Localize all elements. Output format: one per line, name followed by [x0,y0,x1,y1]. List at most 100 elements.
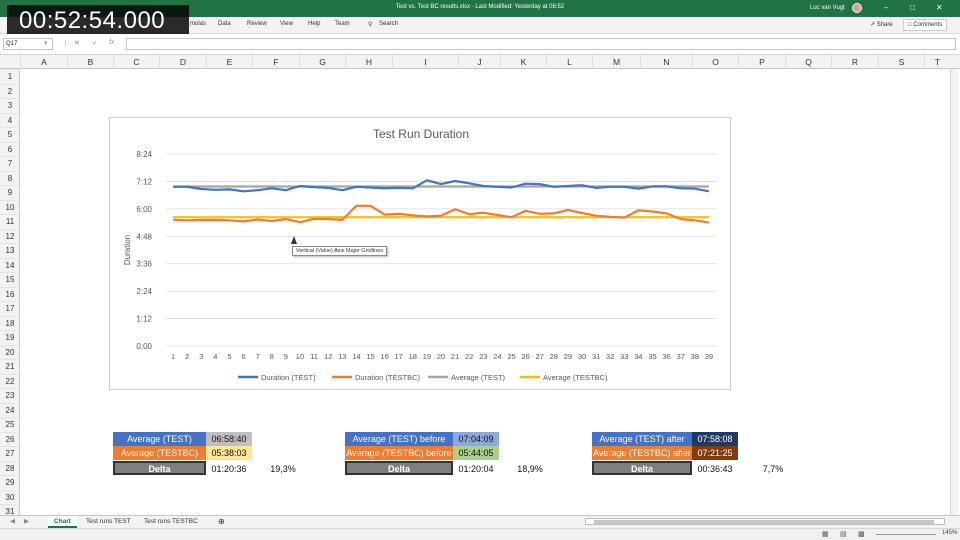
row-header[interactable]: 5 [0,127,20,142]
avg-test-label[interactable]: Average (TEST) [113,432,206,446]
x-tick-label[interactable]: 11 [310,352,318,361]
x-tick-label[interactable]: 27 [536,352,544,361]
avg-testbc-before-value[interactable]: 05:44:05 [453,446,499,460]
column-header[interactable]: L [546,55,592,69]
column-header[interactable]: P [738,55,785,69]
column-header[interactable]: I [392,55,458,69]
column-header[interactable]: G [299,55,345,69]
x-tick-label[interactable]: 26 [521,352,529,361]
avg-testbc-after-label[interactable]: Average (TESTBC) after [592,446,692,460]
row-header[interactable]: 1 [0,69,20,84]
normal-view-icon[interactable]: ▦ [822,530,829,538]
avg-test-before-label[interactable]: Average (TEST) before [345,432,453,446]
chart-title[interactable]: Test Run Duration [373,127,469,141]
x-tick-label[interactable]: 30 [578,352,586,361]
x-tick-label[interactable]: 28 [550,352,558,361]
y-tick-label[interactable]: 1:12 [136,315,152,324]
row-header[interactable]: 2 [0,83,20,99]
x-tick-label[interactable]: 4 [213,352,217,361]
x-tick-label[interactable]: 19 [423,352,431,361]
x-tick-label[interactable]: 20 [437,352,445,361]
row-header[interactable]: 14 [0,257,20,273]
chart-svg[interactable]: Test Run Duration 0:00 1:12 2:24 3:36 4:48 6:0… [110,118,732,391]
scroll-thumb[interactable] [594,520,934,524]
row-header[interactable]: 22 [0,373,20,389]
x-tick-label[interactable]: 23 [479,352,487,361]
row-header[interactable]: 19 [0,330,20,345]
y-tick-label[interactable]: 3:36 [136,260,152,269]
row-header[interactable]: 18 [0,315,20,331]
minimize-icon[interactable]: – [884,3,888,12]
x-tick-label[interactable]: 12 [324,352,332,361]
column-header[interactable]: S [878,55,924,69]
y-tick-label[interactable]: 4:48 [136,232,152,241]
x-tick-label[interactable]: 13 [338,352,346,361]
row-header[interactable]: 25 [0,417,20,432]
delta-value[interactable]: 01:20:04 [453,462,499,476]
x-tick-label[interactable]: 15 [366,352,374,361]
x-tick-label[interactable]: 9 [284,352,288,361]
avg-test-before-value[interactable]: 07:04:09 [453,432,499,446]
tab-view[interactable]: View [280,21,293,27]
column-header[interactable]: Q [785,55,831,69]
row-header[interactable]: 10 [0,199,20,215]
x-tick-label[interactable]: 38 [691,352,699,361]
delta-label[interactable]: Delta [345,461,453,475]
sheet-tab-test-runs-test[interactable]: Test runs TEST [80,516,137,528]
avatar[interactable] [852,3,862,13]
x-tick-label[interactable]: 35 [648,352,656,361]
column-header[interactable]: F [252,55,299,69]
column-header[interactable]: O [692,55,738,69]
cancel-icon[interactable]: ✕ [74,39,80,47]
user-name[interactable]: Luc van Vugt [810,5,845,11]
maximize-icon[interactable]: □ [910,3,915,12]
column-header[interactable]: E [206,55,252,69]
avg-testbc-label[interactable]: Average (TESTBC) [113,446,206,460]
comments-button[interactable]: □ Comments [903,19,948,31]
avg-test-value[interactable]: 06:58:40 [206,432,252,446]
x-tick-label[interactable]: 25 [507,352,515,361]
row-header[interactable]: 12 [0,228,20,244]
zoom-slider[interactable] [876,534,936,535]
row-header[interactable]: 17 [0,301,20,316]
column-header[interactable]: C [113,55,159,69]
add-sheet-icon[interactable]: ⊕ [212,516,231,528]
delta-label[interactable]: Delta [113,461,206,475]
search-box[interactable]: Search [379,21,398,27]
avg-testbc-value[interactable]: 05:38:03 [206,446,252,460]
tab-formulas[interactable]: mulas [190,21,206,27]
row-header[interactable]: 23 [0,388,20,403]
x-tick-label[interactable]: 33 [620,352,628,361]
page-layout-icon[interactable]: ▤ [840,530,847,538]
row-header[interactable]: 16 [0,286,20,302]
column-header[interactable]: T [924,55,950,69]
tab-team[interactable]: Team [335,21,350,27]
delta-percent[interactable]: 18,9% [507,462,553,476]
row-header[interactable]: 3 [0,98,20,113]
x-tick-label[interactable]: 10 [296,352,304,361]
x-tick-label[interactable]: 29 [564,352,572,361]
row-header[interactable]: 24 [0,402,20,418]
function-icon[interactable]: fx [109,39,114,46]
y-tick-label[interactable]: 6:00 [136,205,152,214]
x-tick-label[interactable]: 14 [352,352,360,361]
row-header[interactable]: 7 [0,156,20,171]
formula-input[interactable] [126,38,956,50]
y-tick-label[interactable]: 0:00 [136,342,152,351]
x-tick-label[interactable]: 34 [634,352,642,361]
chevron-down-icon[interactable]: ▾ [44,39,48,47]
x-tick-label[interactable]: 21 [451,352,459,361]
x-tick-label[interactable]: 1 [171,352,175,361]
row-header[interactable]: 21 [0,359,20,374]
column-header[interactable]: J [458,55,500,69]
x-tick-label[interactable]: 32 [606,352,614,361]
delta-value[interactable]: 01:20:36 [206,462,252,476]
sheet-tab-test-runs-testbc[interactable]: Test runs TESTBC [138,516,204,528]
column-header[interactable]: D [159,55,206,69]
row-header[interactable]: 11 [0,214,20,229]
x-tick-label[interactable]: 3 [199,352,203,361]
row-header[interactable]: 13 [0,243,20,258]
avg-test-after-label[interactable]: Average (TEST) after [592,432,692,446]
vertical-scrollbar[interactable] [950,69,958,515]
delta-value[interactable]: 00:36:43 [692,462,738,476]
